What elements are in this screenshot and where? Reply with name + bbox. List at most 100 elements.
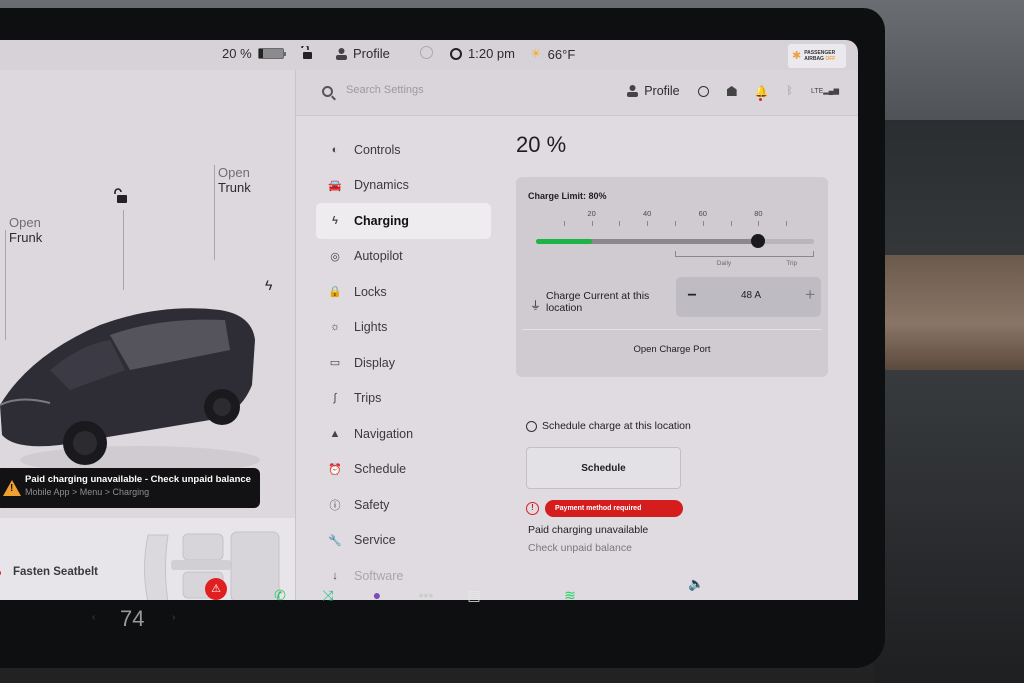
battery-status: 20 % [222, 46, 286, 61]
settings-header: Profile 🔔 ᛒ LTE▂▄▆ [296, 70, 858, 116]
current-charge-fill [536, 239, 592, 244]
schedule-button[interactable]: Schedule [526, 447, 681, 489]
door-unlock-icon[interactable] [112, 188, 128, 209]
person-icon [336, 47, 347, 60]
sidebar-item-trips[interactable]: ∫ Trips [316, 381, 491, 417]
open-trunk-button[interactable]: Open Trunk [218, 165, 251, 195]
header-profile-label: Profile [644, 84, 680, 98]
charge-limit-handle[interactable] [751, 234, 766, 248]
trunk-open-label: Open [218, 165, 250, 180]
sidebar-item-label: Schedule [354, 462, 407, 477]
slider-tick [730, 221, 732, 226]
sun-icon: ☀ [530, 46, 542, 61]
search-icon[interactable] [322, 86, 333, 97]
phone-icon[interactable]: ✆ [270, 585, 290, 605]
sidebar-item-autopilot[interactable]: ◎ Autopilot [316, 239, 491, 275]
open-frunk-button[interactable]: Open Frunk [9, 215, 42, 245]
header-icons: Profile 🔔 ᛒ LTE▂▄▆ [627, 84, 839, 101]
unlock-icon[interactable] [300, 46, 312, 59]
settings-panel: Profile 🔔 ᛒ LTE▂▄▆ ◐ Controls 🚘 Dynamics ϟ Ch… [295, 70, 858, 600]
charge-limit-slider[interactable] [536, 234, 814, 248]
airbag-icon: ✱ [792, 50, 802, 62]
paid-charging-alert[interactable]: Paid charging unavailable - Check unpaid… [0, 468, 260, 508]
sidebar-item-label: Locks [354, 284, 387, 299]
download-icon: ↓ [332, 569, 338, 582]
schedule-heading: Schedule charge at this location [526, 420, 691, 432]
sidebar-item-display[interactable]: ▭ Display [316, 345, 491, 381]
navigation-icon: ▲ [329, 427, 341, 440]
alert-subtitle: Mobile App > Menu > Charging [25, 487, 150, 497]
lock-line [123, 210, 124, 290]
lock-icon: 🔒 [328, 286, 342, 299]
daily-label: Daily [716, 260, 732, 267]
sidebar-item-label: Service [354, 533, 396, 548]
slider-tick-label: 20 [587, 209, 596, 218]
cabin-temperature[interactable]: 74 [120, 606, 144, 632]
bolt-icon: ϟ [332, 214, 338, 227]
bluetooth-icon[interactable]: ᛒ [786, 85, 793, 97]
sidebar-item-service[interactable]: 🔧 Service [316, 523, 491, 559]
charge-current-label: Charge Current at this location [546, 290, 650, 314]
profile-button[interactable]: Profile [336, 46, 390, 61]
sidebar-item-schedule[interactable]: ⏰ Schedule [316, 452, 491, 488]
charge-current-row: ⏚ Charge Current at this location − 48 A… [516, 277, 828, 327]
sidebar-item-label: Lights [354, 320, 388, 335]
sidebar-item-lights[interactable]: ☼ Lights [316, 310, 491, 346]
airbag-line2: AIRBAG [804, 56, 824, 62]
temperature-label: 66°F [547, 46, 576, 62]
sidebar-item-label: Dynamics [354, 178, 409, 193]
search-settings-input[interactable] [346, 84, 546, 96]
header-profile-button[interactable]: Profile [627, 84, 680, 98]
seatbelt-label: Fasten Seatbelt [13, 566, 98, 578]
slider-tick-label: 40 [643, 209, 652, 218]
display-icon: ▭ [329, 357, 341, 370]
sidebar-item-dynamics[interactable]: 🚘 Dynamics [316, 168, 491, 204]
schedule-clock-icon [526, 420, 537, 432]
profile-label: Profile [353, 46, 390, 61]
charge-current-value: 48 A [740, 290, 762, 301]
status-bar: 20 % Profile 1:20 pm ☀ 66°F ✱ PASSENGER … [0, 40, 858, 70]
spotify-icon[interactable]: ≋ [560, 585, 580, 605]
slider-tick [563, 221, 565, 226]
open-charge-port-button[interactable]: Open Charge Port [522, 329, 822, 367]
wrench-icon: 🔧 [328, 534, 342, 547]
garage-icon[interactable] [726, 86, 737, 96]
battery-icon [257, 48, 286, 59]
charge-percent: 20 % [516, 132, 567, 157]
alarm-icon [450, 47, 462, 60]
alarm-icon[interactable] [697, 85, 709, 97]
weather: ☀ 66°F [530, 46, 575, 62]
slider-tick [619, 221, 621, 226]
calendar-icon[interactable]: ▤ [464, 585, 484, 605]
paid-charging-unavailable-label: Paid charging unavailable [528, 524, 649, 536]
camera-icon[interactable]: ● [367, 585, 387, 605]
charge-port-bolt-icon[interactable]: ϟ [265, 277, 272, 293]
volume-icon[interactable]: 🔈 [688, 576, 704, 592]
warning-icon [3, 480, 21, 496]
shuffle-icon[interactable]: ⤨ [318, 585, 338, 605]
sidebar-item-charging[interactable]: ϟ Charging [316, 203, 491, 239]
sidebar-item-locks[interactable]: 🔒 Locks [316, 274, 491, 310]
safety-icon: ⓘ [329, 499, 341, 512]
manual-icon[interactable]: i [512, 585, 532, 605]
slider-tick [702, 221, 704, 226]
battery-percent: 20 % [222, 46, 252, 61]
payment-method-required-badge[interactable]: Payment method required [545, 500, 683, 517]
car-image [0, 308, 260, 474]
temp-up-arrow-icon[interactable]: › [172, 612, 175, 623]
decrease-current-button[interactable]: − [684, 287, 700, 305]
sidebar-item-navigation[interactable]: ▲ Navigation [316, 416, 491, 452]
sidebar-item-label: Software [354, 568, 404, 583]
check-unpaid-balance-link[interactable]: Check unpaid balance [528, 542, 632, 554]
temp-down-arrow-icon[interactable]: ‹ [92, 612, 95, 623]
increase-current-button[interactable]: + [805, 285, 815, 305]
sidebar-item-controls[interactable]: ◐ Controls [316, 132, 491, 168]
seatbelt-warning-icon: ⚠ [205, 578, 227, 600]
sidebar-item-safety[interactable]: ⓘ Safety [316, 487, 491, 523]
alert-title: Paid charging unavailable - Check unpaid… [25, 474, 251, 485]
sentry-icon[interactable] [420, 46, 433, 59]
more-icon[interactable]: ••• [416, 585, 436, 605]
wood-trim [884, 255, 1024, 370]
notification-bell-icon[interactable]: 🔔 [755, 85, 768, 101]
trip-label: Trip [786, 260, 798, 267]
